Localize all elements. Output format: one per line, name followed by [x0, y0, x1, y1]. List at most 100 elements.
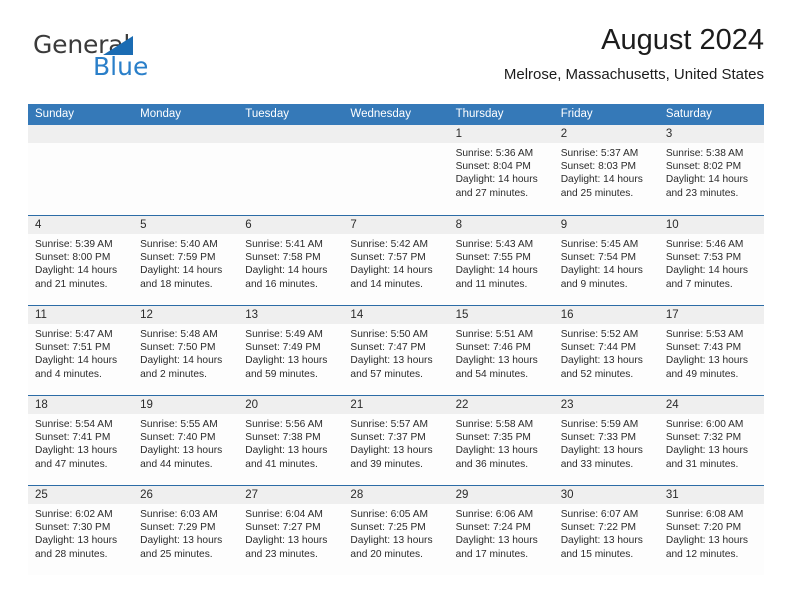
calendar-day-cell[interactable]: 26 Sunrise: 6:03 AM Sunset: 7:29 PM Dayligh… [133, 486, 239, 575]
sunrise-text: Sunrise: 6:00 AM [665, 419, 744, 430]
calendar-page: General Blue August 2024 Melrose, Massac… [0, 0, 792, 612]
sunset-text: Sunset: 7:29 PM [140, 522, 216, 534]
calendar-day-cell[interactable]: 10 Sunrise: 5:46 AM Sunset: 7:53 PM Dayligh… [658, 216, 764, 305]
calendar-day-cell[interactable]: 6 Sunrise: 5:41 AM Sunset: 7:58 PM Daylight… [238, 216, 344, 305]
calendar-day-cell[interactable]: 14 Sunrise: 5:50 AM Sunset: 7:47 PM Dayligh… [343, 306, 449, 395]
daylight-text-line1: Daylight: 14 hours [245, 265, 328, 277]
daylight-text-line2: and 18 minutes. [140, 278, 213, 290]
calendar-day-cell[interactable]: 11 Sunrise: 5:47 AM Sunset: 7:51 PM Dayligh… [28, 306, 134, 395]
daylight-text-line2: and 47 minutes. [35, 458, 108, 470]
sunset-text: Sunset: 7:58 PM [245, 252, 321, 264]
sunset-text: Sunset: 7:24 PM [455, 522, 531, 534]
day-number-strip: 16 [553, 306, 659, 324]
day-number-strip: 27 [238, 486, 344, 504]
calendar-day-cell[interactable]: 22 Sunrise: 5:58 AM Sunset: 7:35 PM Dayligh… [448, 396, 554, 485]
sunset-text: Sunset: 7:54 PM [560, 252, 637, 264]
day-details: Sunrise: 6:02 AM Sunset: 7:30 PM Daylight:… [28, 504, 133, 561]
calendar-day-cell[interactable]: 16 Sunrise: 5:52 AM Sunset: 7:44 PM Dayligh… [553, 306, 659, 395]
brand-logo[interactable]: General Blue [33, 32, 253, 90]
calendar-day-cell[interactable]: 23 Sunrise: 5:59 AM Sunset: 7:33 PM Dayligh… [553, 396, 659, 485]
calendar-day-cell[interactable]: 12 Sunrise: 5:48 AM Sunset: 7:50 PM Dayligh… [133, 306, 239, 395]
sunset-text: Sunset: 7:43 PM [665, 342, 742, 354]
day-number: 18 [35, 399, 48, 411]
day-number-strip: 10 [658, 216, 764, 234]
daylight-text-line1: Daylight: 13 hours [350, 355, 433, 367]
calendar-day-cell[interactable]: 13 Sunrise: 5:49 AM Sunset: 7:49 PM Dayligh… [238, 306, 344, 395]
day-details: Sunrise: 5:40 AM Sunset: 7:59 PM Daylight:… [133, 234, 238, 291]
day-details: Sunrise: 5:56 AM Sunset: 7:38 PM Daylight:… [238, 414, 343, 471]
day-number-strip: 23 [553, 396, 659, 414]
sunset-text: Sunset: 8:03 PM [560, 161, 637, 173]
daylight-text-line2: and 31 minutes. [665, 458, 739, 470]
day-number: 31 [665, 489, 679, 501]
daylight-text-line1: Daylight: 13 hours [455, 355, 538, 367]
calendar-day-cell[interactable]: 21 Sunrise: 5:57 AM Sunset: 7:37 PM Dayligh… [343, 396, 449, 485]
daylight-text-line1: Daylight: 13 hours [245, 535, 328, 547]
day-number-strip: 17 [658, 306, 764, 324]
calendar-day-cell[interactable]: 9 Sunrise: 5:45 AM Sunset: 7:54 PM Daylight… [553, 216, 659, 305]
sunrise-text: Sunrise: 5:43 AM [455, 239, 534, 250]
day-details: Sunrise: 5:45 AM Sunset: 7:54 PM Daylight:… [554, 234, 659, 291]
day-number: 17 [665, 309, 679, 321]
calendar-day-cell[interactable]: 2 Sunrise: 5:37 AM Sunset: 8:03 PM Daylight… [553, 125, 659, 215]
calendar-day-cell[interactable]: 4 Sunrise: 5:39 AM Sunset: 8:00 PM Daylight… [28, 216, 134, 305]
calendar-day-cell[interactable]: 20 Sunrise: 5:56 AM Sunset: 7:38 PM Dayligh… [238, 396, 344, 485]
day-details: Sunrise: 5:43 AM Sunset: 7:55 PM Daylight:… [449, 234, 554, 291]
daylight-text-line1: Daylight: 13 hours [140, 445, 223, 457]
calendar-day-cell[interactable]: 31 Sunrise: 6:08 AM Sunset: 7:20 PM Dayligh… [658, 486, 764, 575]
day-details: Sunrise: 5:41 AM Sunset: 7:58 PM Daylight:… [238, 234, 343, 291]
daylight-text-line1: Daylight: 13 hours [455, 535, 538, 547]
calendar-day-cell[interactable]: 1 Sunrise: 5:36 AM Sunset: 8:04 PM Daylight… [448, 125, 554, 215]
title-block: August 2024 Melrose, Massachusetts, Unit… [504, 24, 764, 84]
calendar-day-cell[interactable]: 28 Sunrise: 6:05 AM Sunset: 7:25 PM Dayligh… [343, 486, 449, 575]
calendar-grid: Sunday Monday Tuesday Wednesday Thursday… [28, 104, 764, 575]
daylight-text-line1: Daylight: 13 hours [560, 535, 643, 547]
sunset-text: Sunset: 7:38 PM [245, 432, 321, 444]
sunrise-text: Sunrise: 5:36 AM [455, 148, 534, 159]
calendar-day-cell[interactable]: 17 Sunrise: 5:53 AM Sunset: 7:43 PM Dayligh… [658, 306, 764, 395]
calendar-day-cell[interactable]: 8 Sunrise: 5:43 AM Sunset: 7:55 PM Daylight… [448, 216, 554, 305]
calendar-day-cell[interactable]: 15 Sunrise: 5:51 AM Sunset: 7:46 PM Dayligh… [448, 306, 554, 395]
daylight-text-line2: and 16 minutes. [245, 278, 318, 290]
calendar-day-cell[interactable]: 18 Sunrise: 5:54 AM Sunset: 7:41 PM Dayligh… [28, 396, 134, 485]
calendar-day-cell[interactable]: 25 Sunrise: 6:02 AM Sunset: 7:30 PM Dayligh… [28, 486, 134, 575]
day-details: Sunrise: 5:46 AM Sunset: 7:53 PM Daylight:… [659, 234, 764, 291]
daylight-text-line1: Daylight: 14 hours [455, 265, 538, 277]
day-number-strip: 28 [343, 486, 449, 504]
day-number: 19 [140, 399, 153, 411]
calendar-day-cell[interactable]: 19 Sunrise: 5:55 AM Sunset: 7:40 PM Dayligh… [133, 396, 239, 485]
sunset-text: Sunset: 7:35 PM [455, 432, 531, 444]
calendar-day-cell[interactable]: 29 Sunrise: 6:06 AM Sunset: 7:24 PM Dayligh… [448, 486, 554, 575]
dow-saturday: Saturday [665, 108, 712, 120]
calendar-day-cell[interactable]: 27 Sunrise: 6:04 AM Sunset: 7:27 PM Dayligh… [238, 486, 344, 575]
sunrise-text: Sunrise: 5:37 AM [560, 148, 639, 159]
day-number-strip: 8 [448, 216, 554, 234]
day-number-strip: 18 [28, 396, 134, 414]
sunrise-text: Sunrise: 5:53 AM [665, 329, 744, 340]
day-number-strip: 7 [343, 216, 449, 234]
sunset-text: Sunset: 7:47 PM [350, 342, 426, 354]
day-number-strip: 5 [133, 216, 239, 234]
daylight-text-line2: and 12 minutes. [665, 548, 739, 560]
day-number: 24 [665, 399, 679, 411]
sunset-text: Sunset: 7:40 PM [140, 432, 216, 444]
day-details: Sunrise: 5:55 AM Sunset: 7:40 PM Daylight:… [133, 414, 238, 471]
sunrise-text: Sunrise: 6:02 AM [35, 509, 113, 520]
daylight-text-line2: and 28 minutes. [35, 548, 108, 560]
day-number: 4 [35, 219, 42, 231]
day-details: Sunrise: 6:04 AM Sunset: 7:27 PM Daylight:… [238, 504, 343, 561]
sunrise-text: Sunrise: 5:42 AM [350, 239, 429, 250]
calendar-day-cell[interactable]: 30 Sunrise: 6:07 AM Sunset: 7:22 PM Dayligh… [553, 486, 659, 575]
daylight-text-line2: and 20 minutes. [350, 548, 423, 560]
day-number: 14 [350, 309, 364, 321]
day-number-strip: 12 [133, 306, 239, 324]
daylight-text-line2: and 17 minutes. [455, 548, 529, 560]
calendar-day-cell[interactable]: 24 Sunrise: 6:00 AM Sunset: 7:32 PM Dayligh… [658, 396, 764, 485]
day-details: Sunrise: 5:58 AM Sunset: 7:35 PM Daylight:… [449, 414, 554, 471]
calendar-day-cell[interactable]: 5 Sunrise: 5:40 AM Sunset: 7:59 PM Daylight… [133, 216, 239, 305]
calendar-day-cell[interactable]: 3 Sunrise: 5:38 AM Sunset: 8:02 PM Daylight… [658, 125, 764, 215]
sunset-text: Sunset: 7:57 PM [350, 252, 426, 264]
day-details: Sunrise: 5:51 AM Sunset: 7:46 PM Daylight:… [449, 324, 554, 381]
calendar-day-cell[interactable]: 7 Sunrise: 5:42 AM Sunset: 7:57 PM Daylight… [343, 216, 449, 305]
daylight-text-line1: Daylight: 14 hours [35, 265, 118, 277]
